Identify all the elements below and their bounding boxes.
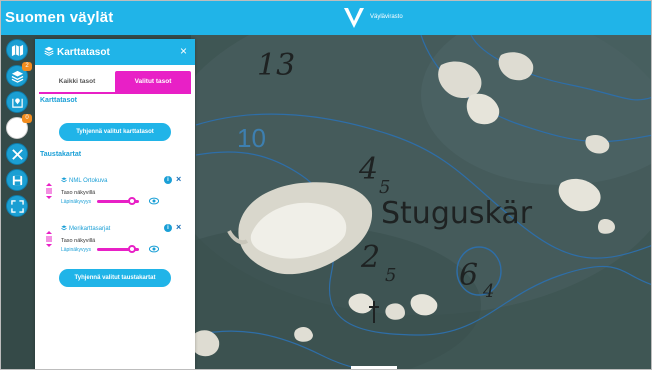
- layers-panel: Karttatasot × Kaikki tasot Valitut tasot…: [35, 39, 195, 369]
- opacity-label: Läpinäkyvyys: [61, 199, 92, 205]
- background-maps-title: Taustakartat: [40, 151, 82, 158]
- depth-sub-5b: 5: [385, 265, 396, 286]
- map-menu-button[interactable]: [6, 39, 28, 61]
- layers-button[interactable]: 2: [6, 62, 32, 87]
- layer-name: NML Ortokuva: [61, 177, 107, 184]
- fullscreen-button[interactable]: [6, 195, 28, 217]
- map-layers-title: Karttatasot: [40, 97, 77, 104]
- map-pin-icon: [11, 97, 23, 108]
- layer-item: Merikarttasarjat i × Taso näkyvillä Läpi…: [35, 222, 195, 265]
- selection-count-badge: 0: [22, 114, 32, 123]
- remove-layer-button[interactable]: ×: [176, 222, 181, 232]
- drag-handle-icon[interactable]: [45, 183, 53, 199]
- map-scale-bar: [351, 366, 397, 369]
- depth-sub-4: 4: [482, 281, 494, 302]
- opacity-slider[interactable]: [97, 245, 139, 253]
- clear-background-maps-button[interactable]: Tyhjennä valitut taustakartat: [59, 269, 171, 287]
- layer-visibility-text: Taso näkyvillä: [61, 190, 96, 196]
- clear-map-layers-button[interactable]: Tyhjennä valitut karttatasot: [59, 123, 171, 141]
- layer-item: NML Ortokuva i × Taso näkyvillä Läpinäky…: [35, 174, 195, 217]
- info-icon[interactable]: i: [164, 176, 172, 184]
- save-icon: [12, 175, 22, 185]
- tab-all-layers[interactable]: Kaikki tasot: [39, 71, 115, 93]
- layers-icon: [61, 225, 67, 231]
- layer-name-text: Merikarttasarjat: [69, 226, 111, 232]
- opacity-slider-thumb[interactable]: [127, 197, 136, 205]
- depth-label-6: 6: [459, 258, 478, 293]
- save-button[interactable]: [6, 169, 28, 191]
- panel-header: Karttatasot ×: [35, 39, 195, 65]
- tools-icon: [11, 148, 23, 160]
- logo-text: Väylävirasto: [370, 14, 403, 20]
- map-pin-button[interactable]: [6, 91, 28, 113]
- layer-tabs: Kaikki tasot Valitut tasot: [35, 71, 195, 93]
- tools-button[interactable]: [6, 143, 28, 165]
- depth-label-4: 4: [358, 152, 378, 187]
- layers-icon: [61, 177, 67, 183]
- depth-label-10: 10: [237, 123, 266, 153]
- panel-title: Karttatasot: [57, 47, 110, 58]
- tab-underline: [39, 92, 191, 94]
- opacity-slider[interactable]: [97, 197, 139, 205]
- eye-icon[interactable]: [149, 245, 159, 253]
- app-title: Suomen väylät: [5, 9, 114, 26]
- layers-icon: [44, 46, 54, 56]
- depth-label-2: 2: [360, 240, 380, 275]
- opacity-label: Läpinäkyvyys: [61, 247, 92, 253]
- depth-sub-5: 5: [379, 177, 390, 198]
- close-panel-button[interactable]: ×: [180, 44, 187, 58]
- map-icon: [11, 44, 23, 56]
- app-window: 13 10 4 5 Stuguskär 2 5 6 4 Suomen väylä…: [0, 0, 652, 370]
- layers-count-badge: 2: [22, 62, 32, 71]
- vayla-logo-icon: [344, 8, 364, 28]
- drag-handle-icon[interactable]: [45, 231, 53, 247]
- place-name-stuguskar: Stuguskär: [381, 196, 533, 231]
- opacity-slider-thumb[interactable]: [127, 245, 136, 253]
- remove-layer-button[interactable]: ×: [176, 174, 181, 184]
- selection-button[interactable]: 0: [6, 114, 32, 139]
- top-bar: Suomen väylät Väylävirasto: [1, 1, 651, 35]
- eye-icon[interactable]: [149, 197, 159, 205]
- tab-selected-layers[interactable]: Valitut tasot: [115, 71, 191, 93]
- fullscreen-icon: [10, 199, 24, 213]
- layer-visibility-text: Taso näkyvillä: [61, 238, 96, 244]
- layer-name: Merikarttasarjat: [61, 225, 110, 232]
- info-icon[interactable]: i: [164, 224, 172, 232]
- depth-label-13: 13: [257, 48, 295, 83]
- layer-name-text: NML Ortokuva: [69, 178, 108, 184]
- layers-icon: [11, 70, 23, 83]
